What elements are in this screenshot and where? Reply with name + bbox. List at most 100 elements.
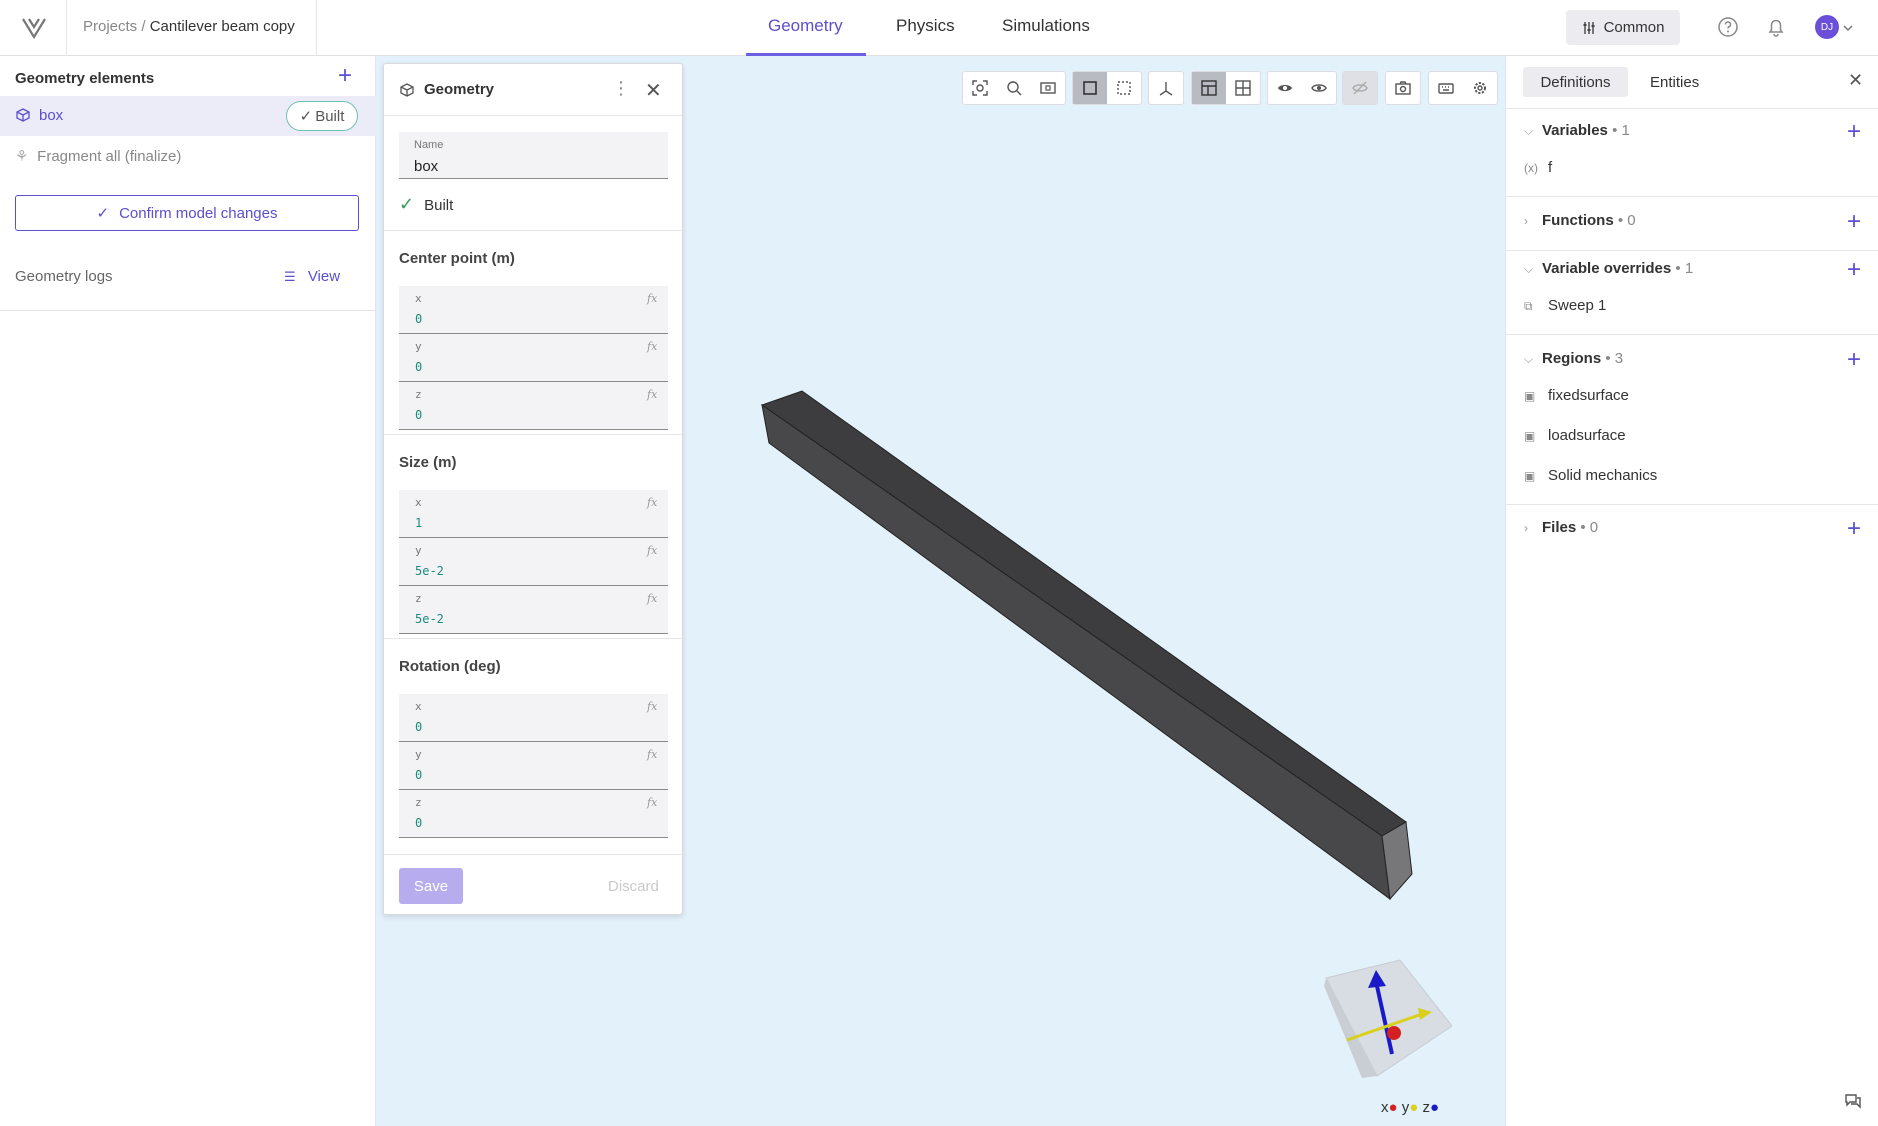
- add-geometry-button[interactable]: +: [338, 64, 358, 88]
- view-label: View: [307, 268, 341, 285]
- field-label: x: [415, 700, 422, 713]
- region-icon: ▣: [1524, 429, 1536, 443]
- field-value: 0: [415, 312, 423, 326]
- tab-entities[interactable]: Entities: [1650, 74, 1699, 91]
- function-icon[interactable]: fx: [647, 292, 657, 305]
- section-variable-overrides[interactable]: ⌵ Variable overrides • 1: [1524, 260, 1693, 277]
- divider: [1506, 108, 1878, 109]
- function-icon[interactable]: fx: [647, 700, 657, 713]
- add-file-button[interactable]: +: [1847, 517, 1861, 541]
- divider: [1506, 250, 1878, 251]
- size-x-field[interactable]: x 1 fx: [399, 490, 668, 538]
- function-icon[interactable]: fx: [647, 388, 657, 401]
- function-icon[interactable]: fx: [647, 796, 657, 809]
- field-value: 0: [415, 768, 423, 782]
- list-item-fragment[interactable]: ⚘ Fragment all (finalize): [15, 147, 181, 165]
- override-item[interactable]: ⧉ Sweep 1: [1524, 297, 1606, 314]
- tab-geometry[interactable]: Geometry: [768, 16, 843, 36]
- center-x-field[interactable]: x 0 fx: [399, 286, 668, 334]
- function-icon[interactable]: fx: [647, 340, 657, 353]
- section-functions[interactable]: › Functions • 0: [1524, 212, 1636, 229]
- divider: [316, 0, 317, 56]
- chevron-down-icon: ⌵: [1524, 352, 1534, 366]
- size-y-field[interactable]: y 5e-2 fx: [399, 538, 668, 586]
- view-logs-button[interactable]: ☰ View: [284, 268, 340, 285]
- name-field[interactable]: Name box: [399, 132, 668, 179]
- chevron-right-icon: ›: [1524, 521, 1528, 535]
- field-label: x: [415, 496, 422, 509]
- section-count: 1: [1621, 122, 1630, 139]
- region-icon: ▣: [1524, 389, 1536, 403]
- card-header: Geometry ⋮ ✕: [384, 64, 682, 116]
- rotation-z-field[interactable]: z 0 fx: [399, 790, 668, 838]
- add-override-button[interactable]: +: [1847, 258, 1861, 282]
- sliders-icon: [1583, 21, 1595, 34]
- axes-legend: x● y● z●: [1381, 1099, 1440, 1116]
- confirm-model-changes-button[interactable]: ✓ Confirm model changes: [15, 195, 359, 231]
- section-title: Functions: [1542, 212, 1614, 229]
- function-icon[interactable]: fx: [647, 544, 657, 557]
- add-region-button[interactable]: +: [1847, 348, 1861, 372]
- field-label: x: [415, 292, 422, 305]
- field-label: y: [415, 340, 422, 353]
- divider: [1506, 504, 1878, 505]
- field-value: 0: [415, 408, 423, 422]
- save-button[interactable]: Save: [399, 868, 463, 904]
- common-label: Common: [1603, 19, 1665, 36]
- function-icon[interactable]: fx: [647, 592, 657, 605]
- orientation-cube[interactable]: [1322, 956, 1452, 1081]
- function-icon[interactable]: fx: [647, 748, 657, 761]
- section-title: Files: [1542, 519, 1577, 536]
- chat-icon[interactable]: [1844, 1092, 1862, 1110]
- axis-x-label: x: [1381, 1099, 1389, 1116]
- variable-item[interactable]: (x) f: [1524, 159, 1552, 176]
- function-icon[interactable]: fx: [647, 496, 657, 509]
- tab-simulations[interactable]: Simulations: [1002, 16, 1090, 36]
- chevron-down-icon[interactable]: [1843, 24, 1853, 32]
- axis-z-label: z: [1422, 1099, 1430, 1116]
- breadcrumb-projects[interactable]: Projects /: [83, 18, 146, 35]
- help-icon[interactable]: [1717, 16, 1739, 38]
- size-z-field[interactable]: z 5e-2 fx: [399, 586, 668, 634]
- center-z-field[interactable]: z 0 fx: [399, 382, 668, 430]
- region-item[interactable]: ▣ Solid mechanics: [1524, 467, 1657, 484]
- common-settings-button[interactable]: Common: [1566, 10, 1680, 45]
- status-label: Built: [424, 197, 454, 214]
- rotation-y-field[interactable]: y 0 fx: [399, 742, 668, 790]
- item-label: f: [1548, 159, 1553, 176]
- close-icon[interactable]: ✕: [645, 78, 662, 103]
- section-variables[interactable]: ⌵ Variables • 1: [1524, 122, 1630, 139]
- bell-icon[interactable]: [1765, 16, 1787, 38]
- section-regions[interactable]: ⌵ Regions • 3: [1524, 350, 1623, 367]
- divider: [1506, 196, 1878, 197]
- discard-button[interactable]: Discard: [608, 878, 659, 895]
- name-label: Name: [414, 139, 444, 151]
- region-item[interactable]: ▣ loadsurface: [1524, 427, 1626, 444]
- tab-definitions[interactable]: Definitions: [1523, 67, 1628, 97]
- center-y-field[interactable]: y 0 fx: [399, 334, 668, 382]
- more-options-icon[interactable]: ⋮: [612, 78, 630, 99]
- avatar[interactable]: DJ: [1815, 15, 1839, 39]
- list-item-label: box: [39, 107, 64, 124]
- close-icon[interactable]: ✕: [1848, 70, 1863, 91]
- add-function-button[interactable]: +: [1847, 210, 1861, 234]
- region-item[interactable]: ▣ fixedsurface: [1524, 387, 1629, 404]
- check-icon: ✓: [399, 194, 415, 214]
- list-item-box[interactable]: box ✓ Built: [0, 96, 376, 136]
- chevron-down-icon: ⌵: [1524, 262, 1534, 276]
- confirm-label: Confirm model changes: [119, 204, 278, 222]
- item-label: Sweep 1: [1548, 297, 1607, 314]
- app-logo[interactable]: [20, 15, 48, 41]
- cube-icon: [400, 83, 414, 97]
- item-label: Solid mechanics: [1548, 467, 1658, 484]
- field-label: y: [415, 544, 422, 557]
- section-files[interactable]: › Files • 0: [1524, 519, 1598, 536]
- tab-physics[interactable]: Physics: [896, 16, 955, 36]
- built-status-badge[interactable]: ✓ Built: [286, 101, 358, 131]
- divider: [384, 854, 682, 855]
- cube-icon: [16, 108, 30, 122]
- variable-icon: (x): [1524, 161, 1538, 175]
- rotation-x-field[interactable]: x 0 fx: [399, 694, 668, 742]
- breadcrumb-project-name[interactable]: Cantilever beam copy: [150, 18, 295, 35]
- add-variable-button[interactable]: +: [1847, 120, 1861, 144]
